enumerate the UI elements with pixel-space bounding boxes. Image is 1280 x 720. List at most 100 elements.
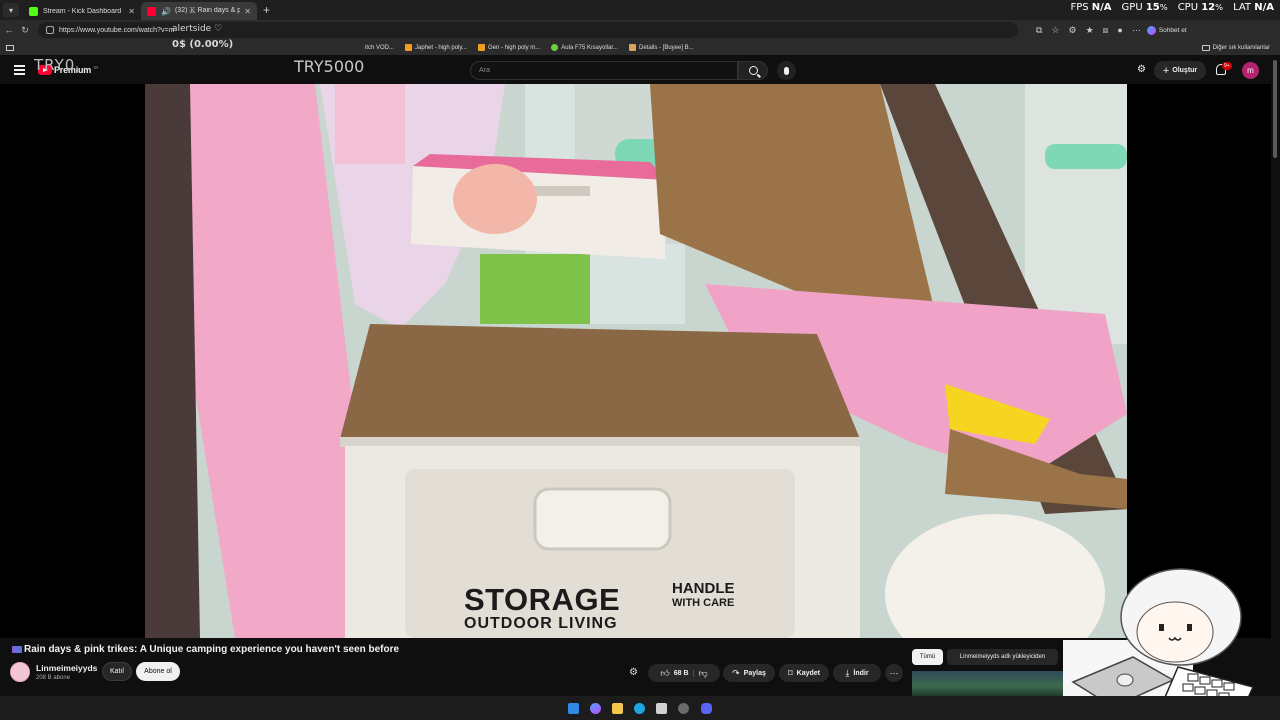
cast-icon[interactable]: ⚙ (1137, 65, 1149, 75)
create-button[interactable]: + Oluştur (1154, 61, 1206, 80)
menu-icon[interactable] (14, 65, 25, 77)
profile-icon[interactable]: ● (1117, 25, 1122, 35)
copilot-chat-button[interactable]: Sohbet et (1146, 25, 1187, 35)
extensions-icon[interactable]: ⚙ (1069, 25, 1077, 36)
copilot-icon (1146, 25, 1156, 35)
download-label: İndir (853, 669, 869, 677)
tab-label: (32) 🇰 Rain days & pink trike (174, 7, 241, 14)
lid-rim (340, 437, 860, 447)
favorites-icon[interactable]: ★ (1086, 25, 1094, 36)
bookmark-favicon-icon (551, 44, 559, 51)
account-avatar[interactable]: m (1242, 62, 1259, 79)
site-info-icon[interactable] (46, 26, 54, 34)
collections-icon[interactable]: ⧈ (1103, 25, 1109, 36)
search-button[interactable] (738, 61, 768, 80)
like-button[interactable]: 👍︎ 68 B | 👎︎ (648, 664, 720, 682)
scrollbar-thumb[interactable] (1273, 60, 1277, 158)
donation-counter: 0$ (0.00%) (172, 39, 234, 50)
chip-all[interactable]: Tümü (912, 649, 943, 665)
drawer-front (411, 166, 667, 259)
logo-region: TR (93, 64, 99, 70)
start-menu-icon[interactable] (568, 703, 579, 714)
search-placeholder: Ara (479, 67, 490, 74)
like-divider: | (692, 669, 695, 677)
notification-badge: 9+ (1222, 62, 1232, 70)
fps-stat: FPS N/A (1070, 2, 1112, 13)
mascot-eye-left (1159, 624, 1164, 631)
mint-handle-right (1045, 144, 1127, 169)
speaker-icon[interactable]: 🔊 (161, 7, 171, 16)
video-title-text: Rain days & pink trikes: A Unique campin… (24, 644, 400, 655)
obs-icon[interactable] (678, 703, 689, 714)
right-interior (1025, 84, 1127, 344)
folder-icon (1201, 44, 1210, 51)
promo-code-text: TRY5000 (294, 57, 365, 76)
more-actions-button[interactable]: ⋯ (885, 664, 903, 682)
back-arrow-icon[interactable]: ← (2, 25, 16, 35)
copilot-taskbar-icon[interactable] (590, 703, 601, 714)
chip-uploader[interactable]: Linmeimeiyyds adlı yükleyiciden (947, 649, 1058, 665)
bookmark-item[interactable]: Details - [Buyee] B... (629, 44, 694, 51)
reload-icon[interactable]: ↻ (18, 25, 32, 36)
close-tab-icon[interactable]: ✕ (244, 7, 251, 16)
ai-sparkle-icon[interactable]: ⚙ (629, 667, 638, 678)
bookmark-item[interactable]: Gen - high poly m... (477, 44, 540, 51)
channel-avatar[interactable] (10, 662, 30, 682)
recommended-video-thumbnail[interactable] (912, 671, 1063, 696)
box-outdoor-text: OUTDOOR LIVING (464, 615, 618, 632)
thumbs-up-icon: 👍︎ (660, 667, 670, 678)
bookmark-star-icon[interactable]: ☆ (1051, 25, 1059, 36)
file-explorer-icon[interactable] (612, 703, 623, 714)
share-page-icon[interactable]: ⧉ (1036, 25, 1042, 36)
join-button[interactable]: Katıl (102, 662, 132, 681)
bookmark-favicon-icon (405, 44, 413, 51)
box-lid (340, 324, 860, 439)
channel-name[interactable]: Linmeimeiyyds (36, 663, 97, 673)
youtube-favicon-icon (147, 6, 156, 16)
store-icon[interactable] (656, 703, 667, 714)
save-button[interactable]: ⌑ Kaydet (779, 664, 829, 682)
tab-list-button[interactable]: ▾ (3, 3, 19, 17)
mascot-eye-right (1187, 624, 1192, 631)
avatar-letter: m (1247, 66, 1254, 75)
cpu-stat: CPU 12% (1177, 2, 1224, 13)
tab-youtube-video[interactable]: 🔊 (32) 🇰 Rain days & pink trike ✕ (141, 2, 257, 20)
more-menu-icon[interactable]: ⋯ (1132, 25, 1141, 36)
box-care-text: WITH CARE (672, 597, 735, 609)
tab-actions-icon[interactable] (6, 44, 14, 51)
close-tab-icon[interactable]: ✕ (128, 7, 135, 16)
video-player[interactable]: STORAGE OUTDOOR LIVING HANDLE WITH CARE (145, 84, 1127, 638)
tab-kick-dashboard[interactable]: Stream - Kick Dashboard ✕ (23, 2, 141, 20)
share-button[interactable]: ↷ Paylaş (723, 664, 775, 682)
share-label: Paylaş (743, 669, 766, 677)
subscribe-button[interactable]: Abone ol (136, 662, 180, 681)
mascot-face (1136, 601, 1214, 663)
bookmark-item[interactable]: Aula F75 Kısayollar... (551, 44, 618, 51)
share-icon: ↷ (732, 667, 740, 678)
other-bookmarks[interactable]: Diğer sık kullanılanlar (1201, 44, 1270, 51)
edge-browser-icon[interactable] (634, 703, 645, 714)
video-letterbox-left (0, 84, 145, 638)
new-tab-icon[interactable]: + (263, 3, 270, 17)
plus-icon: + (1162, 64, 1170, 77)
lat-stat: LAT N/A (1233, 2, 1274, 13)
search-input[interactable]: Ara (470, 61, 738, 80)
thumbs-down-icon[interactable]: 👎︎ (699, 668, 708, 679)
more-icon: ⋯ (889, 667, 899, 678)
voice-search-button[interactable] (777, 61, 796, 80)
discord-icon[interactable] (701, 703, 712, 714)
bookmark-label: Japhet - high poly... (415, 44, 467, 51)
performance-overlay: FPS N/A GPU 15% CPU 12% LAT N/A (1070, 2, 1274, 13)
box-handle-text: HANDLE (672, 580, 735, 597)
bookmark-label: itch VOD... (365, 44, 395, 51)
like-count: 68 B (673, 669, 689, 677)
bookmark-label: Aula F75 Kısayollar... (561, 44, 618, 51)
stream-alert-text: alertside ♡ (172, 24, 223, 34)
download-button[interactable]: ⤓ İndir (833, 664, 881, 682)
subscriber-count: 208 B abone (36, 675, 71, 681)
bookmark-label: Details - [Buyee] B... (639, 44, 694, 51)
microphone-icon (784, 66, 789, 75)
mouse (1116, 673, 1134, 687)
bookmark-item[interactable]: itch VOD... (365, 45, 394, 51)
bookmark-item[interactable]: Japhet - high poly... (405, 44, 467, 51)
